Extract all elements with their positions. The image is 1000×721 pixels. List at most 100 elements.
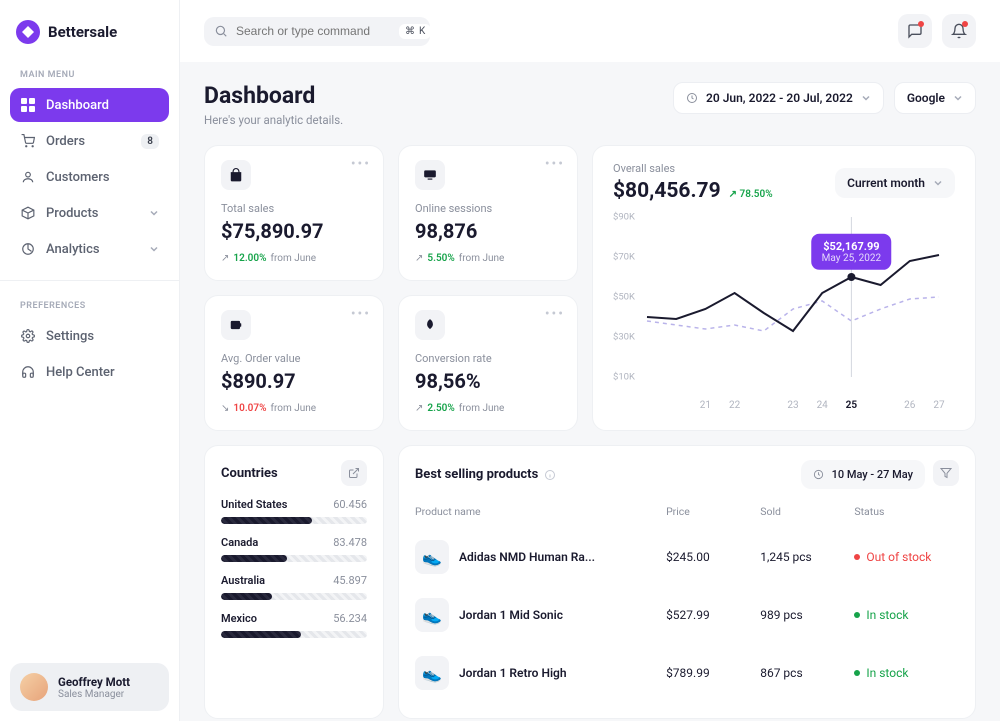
x-tick-label: 24 [817, 400, 828, 411]
external-link-button[interactable] [341, 460, 367, 486]
sidebar-item-label: Settings [46, 329, 94, 344]
table-row[interactable]: 👟Jordan 1 Mid Sonic$527.99989 pcsIn stoc… [415, 586, 959, 644]
messages-button[interactable] [898, 14, 932, 48]
x-tick-label: 22 [729, 400, 740, 411]
notifications-button[interactable] [942, 14, 976, 48]
search-icon [214, 24, 228, 38]
bag-icon [221, 160, 251, 190]
chevron-down-icon [149, 244, 159, 254]
table-row[interactable]: 👟Jordan 1 Retro High$789.99867 pcsIn sto… [415, 644, 959, 702]
avatar [20, 673, 48, 701]
sidebar-item-orders[interactable]: Orders 8 [10, 124, 169, 158]
sidebar-item-analytics[interactable]: Analytics [10, 232, 169, 266]
product-price: $789.99 [666, 666, 760, 680]
country-row: Australia45.897 [221, 574, 367, 600]
stat-online-sessions: ••• Online sessions 98,876 ↗5.50%from Ju… [398, 145, 578, 281]
trend-up-icon: ↗ [415, 403, 423, 414]
page-title: Dashboard [204, 82, 343, 109]
brand-name: Bettersale [48, 23, 117, 41]
product-name: Jordan 1 Retro High [459, 666, 567, 680]
sidebar-item-dashboard[interactable]: Dashboard [10, 88, 169, 122]
sidebar-item-help[interactable]: Help Center [10, 355, 169, 389]
stat-label: Total sales [221, 202, 367, 215]
stat-value: 98,876 [415, 219, 561, 243]
user-card[interactable]: Geoffrey Mott Sales Manager [10, 663, 169, 711]
more-icon[interactable]: ••• [545, 306, 565, 322]
search-input[interactable] [236, 24, 391, 38]
product-sold: 989 pcs [760, 608, 854, 622]
stat-label: Conversion rate [415, 352, 561, 365]
page-subtitle: Here's your analytic details. [204, 113, 343, 127]
cart-icon [20, 133, 36, 149]
filter-button[interactable] [933, 460, 959, 486]
product-name: Adidas NMD Human Ra... [459, 550, 595, 564]
chart-icon [20, 241, 36, 257]
grid-icon [20, 97, 36, 113]
source-label: Google [907, 91, 945, 105]
country-bar [221, 555, 367, 562]
chart-delta: ↗ 78.50% [729, 189, 773, 200]
sidebar-item-label: Dashboard [46, 98, 109, 113]
x-tick-label: 26 [904, 400, 915, 411]
sidebar-item-customers[interactable]: Customers [10, 160, 169, 194]
menu-header-main: MAIN MENU [10, 62, 169, 88]
product-status: Out of stock [854, 550, 959, 564]
trend-up-icon: ↗ [221, 253, 229, 264]
products-title: Best selling products [415, 467, 538, 482]
chevron-down-icon [861, 93, 871, 103]
package-icon [20, 205, 36, 221]
country-name: Mexico [221, 612, 257, 625]
stat-label: Avg. Order value [221, 352, 367, 365]
products-date-range[interactable]: 10 May - 27 May [801, 460, 925, 489]
table-header: Product name Price Sold Status [415, 501, 959, 528]
x-tick-label: 23 [787, 400, 798, 411]
clock-icon [686, 92, 698, 104]
country-row: Canada 83.478 [221, 536, 367, 562]
product-status: In stock [854, 608, 959, 622]
source-picker[interactable]: Google [894, 82, 976, 114]
stat-value: $75,890.97 [221, 219, 367, 243]
country-name: Canada [221, 536, 258, 549]
info-icon[interactable] [544, 469, 556, 481]
country-name: Australia [221, 574, 265, 587]
chart-canvas[interactable]: $90K$70K$50K$30K$10K21222324252627$52,16… [613, 217, 955, 397]
divider [0, 280, 179, 281]
chevron-down-icon [149, 208, 159, 218]
headphones-icon [20, 364, 36, 380]
country-value: 56.234 [333, 612, 367, 625]
more-icon[interactable]: ••• [351, 156, 371, 172]
chart-range-label: Current month [847, 176, 925, 190]
sidebar-item-settings[interactable]: Settings [10, 319, 169, 353]
more-icon[interactable]: ••• [351, 306, 371, 322]
stat-label: Online sessions [415, 202, 561, 215]
rocket-icon [415, 310, 445, 340]
search-box[interactable]: ⌘K [204, 17, 430, 46]
country-bar [221, 517, 367, 524]
sidebar-item-label: Customers [46, 170, 110, 185]
sidebar-item-products[interactable]: Products [10, 196, 169, 230]
wallet-icon [221, 310, 251, 340]
brand[interactable]: Bettersale [0, 0, 179, 62]
country-value: 83.478 [333, 536, 367, 549]
stat-conversion: ••• Conversion rate 98,56% ↗2.50%from Ju… [398, 295, 578, 431]
more-icon[interactable]: ••• [545, 156, 565, 172]
table-row[interactable]: 👟Adidas NMD Human Ra...$245.001,245 pcsO… [415, 528, 959, 586]
notification-dot [962, 21, 968, 27]
topbar: ⌘K [180, 0, 1000, 62]
product-name: Jordan 1 Mid Sonic [459, 608, 563, 622]
date-range-label: 20 Jun, 2022 - 20 Jul, 2022 [706, 91, 853, 105]
stat-value: $890.97 [221, 369, 367, 393]
chart-label: Overall sales [613, 162, 773, 175]
product-sold: 867 pcs [760, 666, 854, 680]
country-value: 60.456 [333, 498, 367, 511]
date-range-picker[interactable]: 20 Jun, 2022 - 20 Jul, 2022 [673, 82, 884, 114]
chart-range-picker[interactable]: Current month [835, 168, 955, 198]
orders-badge: 8 [141, 134, 159, 149]
monitor-icon [415, 160, 445, 190]
product-thumbnail: 👟 [415, 540, 449, 574]
stat-delta: ↘10.07%from June [221, 403, 367, 414]
stat-delta: ↗5.50%from June [415, 253, 561, 264]
sidebar-item-label: Help Center [46, 365, 115, 380]
stat-delta: ↗12.00%from June [221, 253, 367, 264]
user-name: Geoffrey Mott [58, 675, 130, 689]
